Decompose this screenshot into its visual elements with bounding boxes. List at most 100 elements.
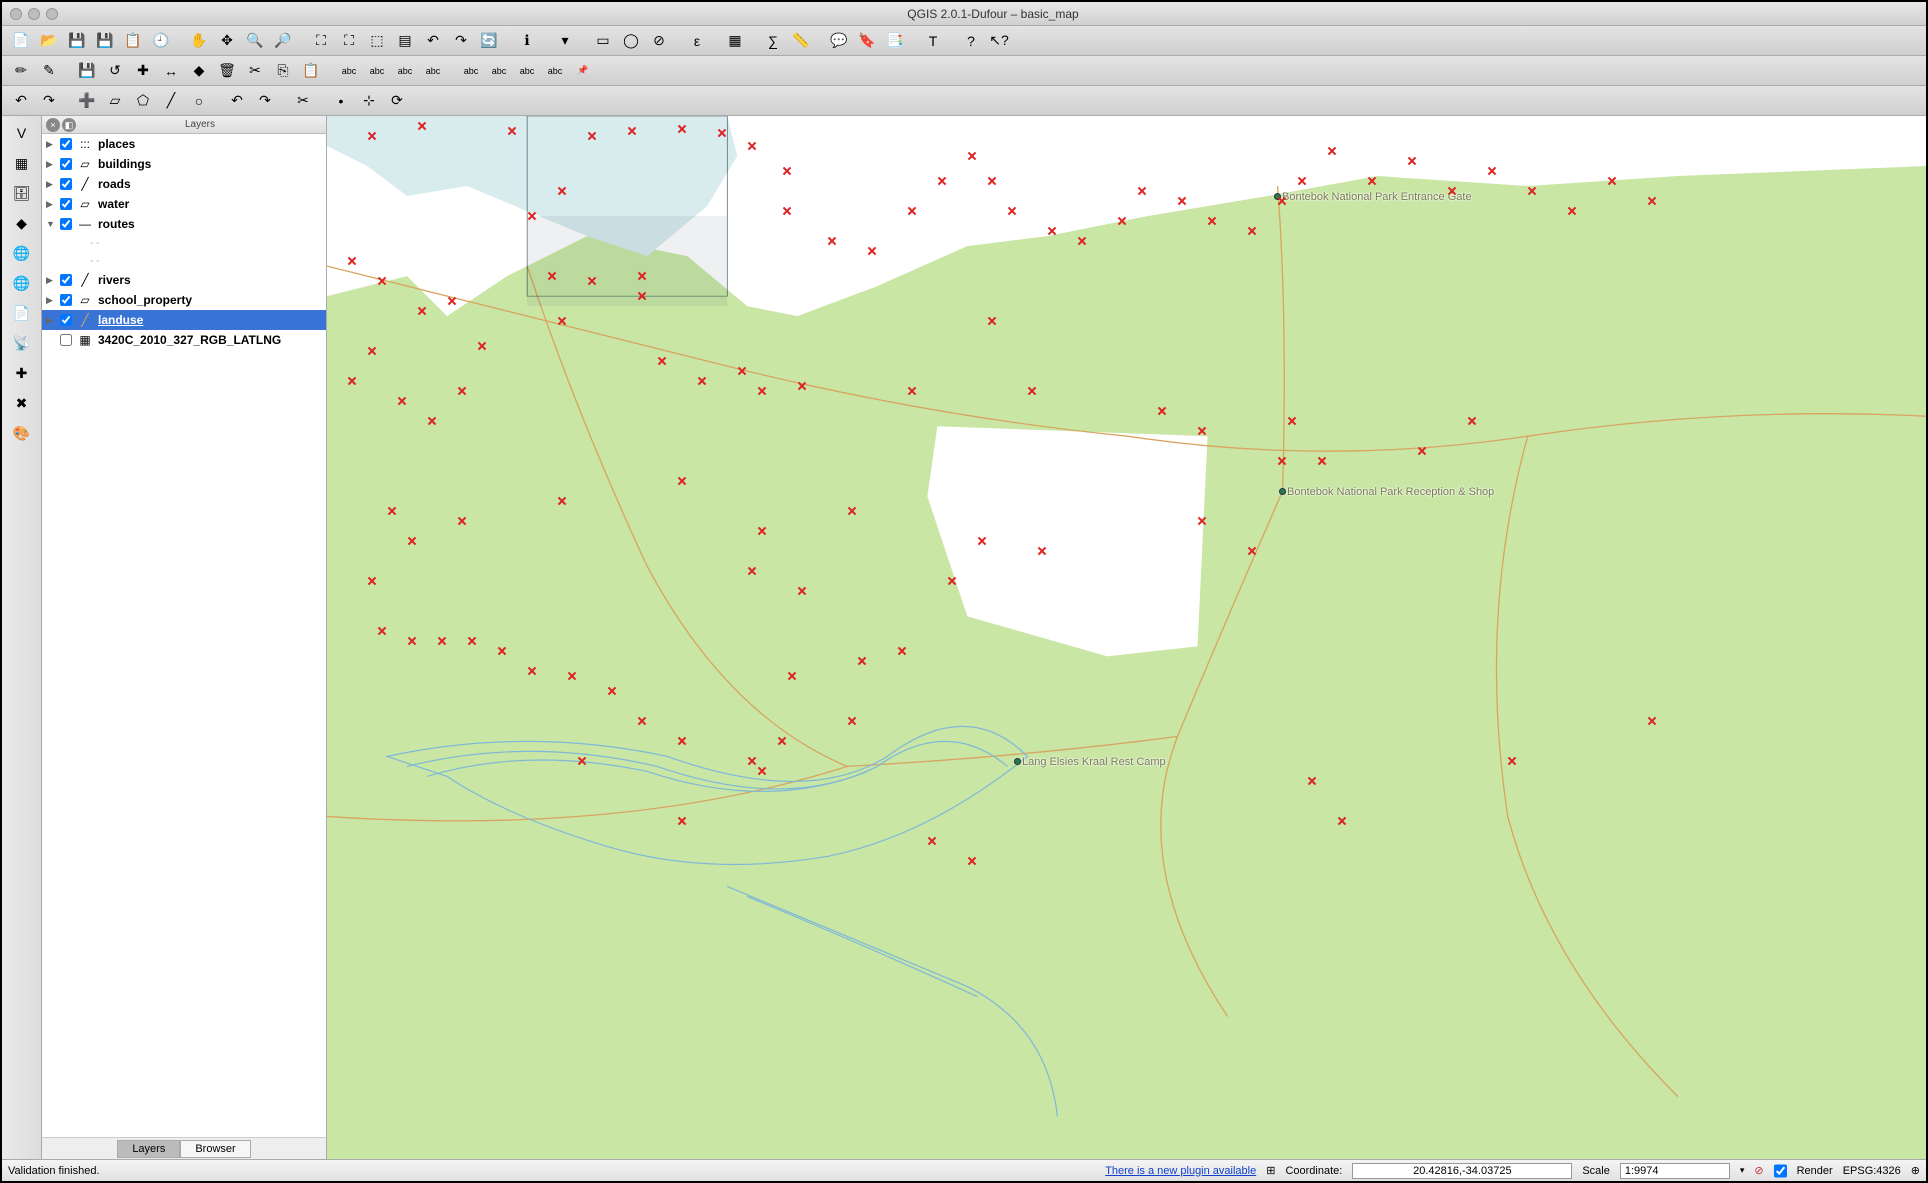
rollback-button[interactable]: ↺ bbox=[102, 59, 128, 83]
abc-pin-button[interactable]: 📌 bbox=[570, 59, 596, 83]
abc2-button[interactable]: abc bbox=[364, 59, 390, 83]
expand-icon[interactable]: ▶ bbox=[46, 179, 56, 190]
undo-button[interactable]: ↶ bbox=[8, 89, 34, 113]
whats-this-button[interactable]: ↖? bbox=[986, 29, 1012, 53]
add-csv-button[interactable]: 📄 bbox=[8, 300, 36, 326]
edit-button[interactable]: ✎ bbox=[36, 59, 62, 83]
window-controls[interactable] bbox=[10, 8, 58, 20]
layer-checkbox[interactable] bbox=[60, 314, 72, 326]
comment-button[interactable]: 💬 bbox=[826, 29, 852, 53]
expand-icon[interactable]: ▶ bbox=[46, 275, 56, 286]
expand-icon[interactable]: ▶ bbox=[46, 295, 56, 306]
rotate-button[interactable]: ⟳ bbox=[384, 89, 410, 113]
add-raster-button[interactable]: ▦ bbox=[8, 150, 36, 176]
layer-item-landuse[interactable]: ▶╱landuse bbox=[42, 310, 326, 330]
zoom-native-button[interactable]: ⛶ bbox=[308, 29, 334, 53]
coord-input[interactable] bbox=[1352, 1163, 1572, 1179]
abc3-button[interactable]: abc bbox=[392, 59, 418, 83]
scale-dropdown-icon[interactable]: ▾ bbox=[1740, 1165, 1745, 1176]
layer-checkbox[interactable] bbox=[60, 198, 72, 210]
cut-button[interactable]: ✂ bbox=[242, 59, 268, 83]
close-icon[interactable] bbox=[10, 8, 22, 20]
layer-checkbox[interactable] bbox=[60, 178, 72, 190]
tab-browser[interactable]: Browser bbox=[180, 1140, 250, 1158]
minimize-icon[interactable] bbox=[28, 8, 40, 20]
add-spatialite-button[interactable]: ◆ bbox=[8, 210, 36, 236]
abc7-button[interactable]: abc bbox=[514, 59, 540, 83]
layer-item-school_property[interactable]: ▶▱school_property bbox=[42, 290, 326, 310]
feature-button[interactable]: ▱ bbox=[102, 89, 128, 113]
field-calc-button[interactable]: ∑ bbox=[760, 29, 786, 53]
pan-select-button[interactable]: ✥ bbox=[214, 29, 240, 53]
undo2-button[interactable]: ↶ bbox=[224, 89, 250, 113]
paste-feat-button[interactable]: 📋 bbox=[298, 59, 324, 83]
add-wms-button[interactable]: 🌐 bbox=[8, 240, 36, 266]
render-checkbox[interactable] bbox=[1774, 1163, 1787, 1179]
abc8-button[interactable]: abc bbox=[542, 59, 568, 83]
layer-item-roads[interactable]: ▶╱roads bbox=[42, 174, 326, 194]
add-vector-button[interactable]: V bbox=[8, 120, 36, 146]
add-wfs-button[interactable]: 🌐 bbox=[8, 270, 36, 296]
layer-item-buildings[interactable]: ▶▱buildings bbox=[42, 154, 326, 174]
save-button[interactable]: 💾 bbox=[64, 29, 90, 53]
open-button[interactable]: 📂 bbox=[36, 29, 62, 53]
layer-item-water[interactable]: ▶▱water bbox=[42, 194, 326, 214]
crs-icon[interactable]: ⊕ bbox=[1911, 1164, 1920, 1177]
layer-checkbox[interactable] bbox=[60, 334, 72, 346]
remove-layer-button[interactable]: ✖ bbox=[8, 390, 36, 416]
layer-checkbox[interactable] bbox=[60, 158, 72, 170]
close-panel-icon[interactable]: × bbox=[46, 118, 60, 132]
refresh-button[interactable]: 🔄 bbox=[476, 29, 502, 53]
expression-button[interactable]: ε bbox=[684, 29, 710, 53]
help-button[interactable]: ? bbox=[958, 29, 984, 53]
layer-item-places[interactable]: ▶:::places bbox=[42, 134, 326, 154]
table-button[interactable]: ▦ bbox=[722, 29, 748, 53]
zoom-layer-button[interactable]: ▤ bbox=[392, 29, 418, 53]
layer-item-rivers[interactable]: ▶╱rivers bbox=[42, 270, 326, 290]
line-button[interactable]: ╱ bbox=[158, 89, 184, 113]
layer-checkbox[interactable] bbox=[60, 274, 72, 286]
save-edits-button[interactable]: 💾 bbox=[74, 59, 100, 83]
layer-item-3420C_2010_327_RGB_LATLNG[interactable]: ▦3420C_2010_327_RGB_LATLNG bbox=[42, 330, 326, 350]
detach-panel-icon[interactable]: ◧ bbox=[62, 118, 76, 132]
layer-checkbox[interactable] bbox=[60, 294, 72, 306]
abc1-button[interactable]: abc bbox=[336, 59, 362, 83]
circle-button[interactable]: ○ bbox=[186, 89, 212, 113]
poly-button[interactable]: ⬠ bbox=[130, 89, 156, 113]
pencil-button[interactable]: ✏ bbox=[8, 59, 34, 83]
expand-icon[interactable]: ▶ bbox=[46, 315, 56, 326]
layer-checkbox[interactable] bbox=[60, 138, 72, 150]
abc4-button[interactable]: abc bbox=[420, 59, 446, 83]
dropdown-button[interactable]: ▾ bbox=[552, 29, 578, 53]
select-lasso-button[interactable]: ◯ bbox=[618, 29, 644, 53]
toggle-extents-icon[interactable]: ⊞ bbox=[1266, 1164, 1275, 1177]
move-feature-button[interactable]: ↔ bbox=[158, 59, 184, 83]
text-button[interactable]: T bbox=[920, 29, 946, 53]
snap-button[interactable]: ⊹ bbox=[356, 89, 382, 113]
expand-icon[interactable]: ▼ bbox=[46, 219, 56, 229]
zoom-full-button[interactable]: ⛶ bbox=[336, 29, 362, 53]
deselect-button[interactable]: ⊘ bbox=[646, 29, 672, 53]
point-tool-button[interactable]: • bbox=[328, 89, 354, 113]
new-shapefile-button[interactable]: ✚ bbox=[8, 360, 36, 386]
identify-button[interactable]: ℹ bbox=[514, 29, 540, 53]
abc5-button[interactable]: abc bbox=[458, 59, 484, 83]
measure-button[interactable]: 📏 bbox=[788, 29, 814, 53]
delete-button[interactable]: 🗑 bbox=[214, 59, 240, 83]
new-project-button[interactable]: 📄 bbox=[8, 29, 34, 53]
layer-add-button[interactable]: ➕ bbox=[74, 89, 100, 113]
expand-icon[interactable]: ▶ bbox=[46, 159, 56, 170]
bookmark-button[interactable]: 🔖 bbox=[854, 29, 880, 53]
node-tool-button[interactable]: ◆ bbox=[186, 59, 212, 83]
expand-icon[interactable]: ▶ bbox=[46, 199, 56, 210]
bookmarks-button[interactable]: 📑 bbox=[882, 29, 908, 53]
copy-feat-button[interactable]: ⎘ bbox=[270, 59, 296, 83]
abc6-button[interactable]: abc bbox=[486, 59, 512, 83]
add-feature-button[interactable]: ✚ bbox=[130, 59, 156, 83]
pan-button[interactable]: ✋ bbox=[186, 29, 212, 53]
zoom-icon[interactable] bbox=[46, 8, 58, 20]
history-button[interactable]: 🕘 bbox=[148, 29, 174, 53]
tab-layers[interactable]: Layers bbox=[117, 1140, 180, 1158]
zoom-out-button[interactable]: 🔎 bbox=[270, 29, 296, 53]
scissors-button[interactable]: ✂ bbox=[290, 89, 316, 113]
